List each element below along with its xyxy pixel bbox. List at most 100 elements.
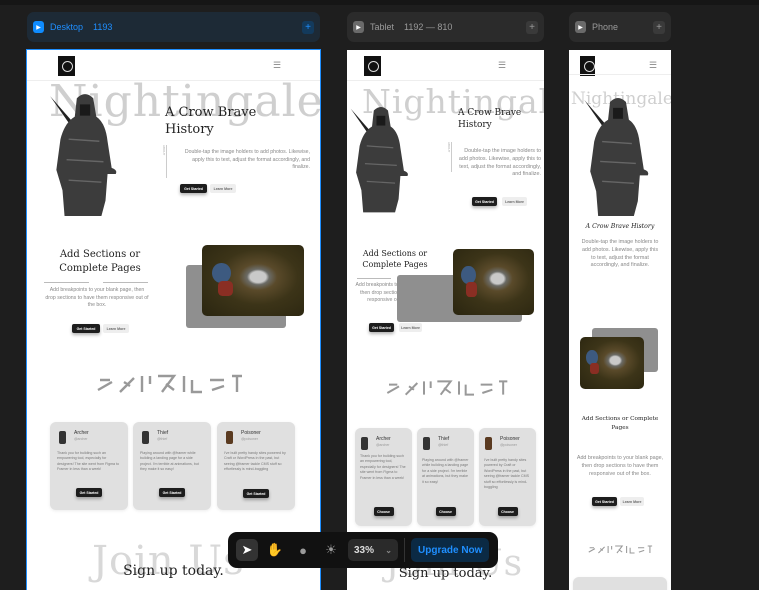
add-breakpoint-button[interactable]: +: [653, 20, 665, 34]
hero-title: A Crow Brave History: [585, 223, 655, 230]
card-handle: @poisoner: [241, 437, 258, 441]
zoom-dropdown[interactable]: 33% ⌄: [348, 539, 398, 561]
hero-title-line: History: [165, 121, 214, 137]
card-text: Playing around with @framer while buildi…: [140, 451, 199, 472]
hamburger-menu-icon[interactable]: ☰: [649, 60, 657, 71]
desktop-frame-header[interactable]: ▶ Desktop 1193 +: [27, 12, 320, 42]
learn-more-button[interactable]: Learn More: [399, 323, 422, 332]
get-started-button[interactable]: Get Started: [369, 323, 394, 332]
testimonial-card: Poisoner @poisoner I've built pretty handy…: [479, 428, 536, 526]
frame-label: Desktop: [50, 22, 84, 32]
add-breakpoint-button[interactable]: +: [302, 20, 314, 34]
testimonial-card: Thief @thief Playing around with @framer w…: [417, 428, 474, 526]
warrior-image: [48, 88, 120, 216]
hero-text: Double-tap the image holders to add phot…: [184, 149, 310, 171]
site-logo[interactable]: [580, 56, 595, 76]
card-text: I've built pretty handy sites powered by…: [224, 451, 286, 472]
about-label: ABOUT: [447, 142, 451, 153]
upgrade-now-button[interactable]: Upgrade Now: [411, 538, 490, 562]
warrior-image: [577, 92, 657, 216]
card-name: Archer: [376, 436, 391, 442]
signup-heading: Sign up today.: [398, 566, 493, 581]
avatar: [485, 437, 492, 450]
mask-photo: [453, 249, 534, 315]
site-logo[interactable]: [58, 56, 75, 76]
card-handle: @archer: [376, 443, 390, 447]
card-handle: @archer: [74, 437, 88, 441]
get-started-button[interactable]: Get Started: [592, 497, 617, 506]
divider: [44, 282, 89, 283]
header-divider: [347, 80, 544, 81]
hero-title: A Crow Brave History: [165, 105, 256, 139]
desktop-frame[interactable]: ☰ Nightingale A Crow Brave History ABOUT …: [26, 49, 321, 590]
hand-tool-icon[interactable]: ✋: [264, 539, 286, 561]
header-divider: [569, 74, 671, 75]
dragon-script-heading: [94, 372, 244, 396]
comment-tool-icon[interactable]: ●: [292, 539, 314, 561]
select-tool-cursor-icon[interactable]: ➤: [236, 539, 258, 561]
hero-text: Double-tap the image holders to add phot…: [458, 148, 541, 178]
testimonial-card: Archer @archer Thank you for building such…: [50, 422, 128, 510]
card-name: Poisoner: [241, 430, 261, 436]
section-title-line: Add Sections or: [362, 249, 428, 258]
mask-photo: [580, 337, 644, 389]
mask-photo: [202, 245, 304, 316]
get-started-button[interactable]: Get Started: [180, 184, 207, 193]
site-logo[interactable]: [364, 56, 381, 76]
play-icon[interactable]: ▶: [575, 21, 586, 33]
play-icon[interactable]: ▶: [353, 21, 364, 33]
hero-title-line: A Crow Brave: [165, 105, 257, 120]
choose-button[interactable]: Choose: [435, 507, 456, 516]
learn-more-button[interactable]: Learn More: [620, 497, 644, 506]
toolbar-separator: [404, 538, 405, 562]
section-text: Add breakpoints to your blank page, then…: [45, 287, 149, 309]
card-text: Playing around with @framer while buildi…: [422, 458, 469, 484]
tablet-frame[interactable]: ☰ Nightingale A Crow BraveHistory ABOUT …: [347, 50, 544, 590]
tablet-frame-header[interactable]: ▶ Tablet 1192 — 810 +: [347, 12, 544, 42]
card-text: I've built pretty handy sites powered by…: [484, 458, 529, 489]
dragon-script-heading: [587, 544, 653, 555]
top-strip: [0, 0, 759, 5]
avatar: [59, 431, 66, 444]
get-started-button[interactable]: Get Started: [72, 324, 100, 333]
theme-sun-icon[interactable]: ☀: [320, 539, 342, 561]
about-line: [166, 145, 167, 178]
card-text: Thank you for building such an empowerin…: [360, 454, 406, 480]
get-started-button[interactable]: Get Started: [472, 197, 497, 206]
get-started-button[interactable]: Get Started: [159, 488, 185, 497]
frame-size: 1192 — 810: [404, 22, 453, 32]
learn-more-button[interactable]: Learn More: [502, 197, 527, 206]
card-handle: @thief: [438, 443, 449, 447]
dragon-script-heading: [369, 378, 524, 398]
frame-label: Phone: [592, 22, 619, 32]
frame-label: Tablet: [370, 22, 395, 32]
learn-more-button[interactable]: Learn More: [210, 184, 236, 193]
card-name: Thief: [438, 436, 450, 442]
get-started-button[interactable]: Get Started: [243, 489, 269, 498]
hero-title: A Crow Brave History: [458, 108, 521, 131]
get-started-button[interactable]: Get Started: [76, 488, 102, 497]
phone-frame-header[interactable]: ▶ Phone +: [569, 12, 671, 42]
learn-more-button[interactable]: Learn More: [103, 324, 129, 333]
phone-frame[interactable]: ☰ Nightingale A Crow Brave History Doubl…: [569, 50, 671, 590]
section-title-line: Complete Pages: [59, 262, 141, 274]
add-breakpoint-button[interactable]: +: [526, 20, 538, 34]
divider: [357, 278, 391, 279]
section-title-line: Add Sections or: [59, 249, 141, 260]
choose-button[interactable]: Choose: [373, 507, 394, 516]
hamburger-menu-icon[interactable]: ☰: [273, 60, 281, 71]
section-title: Add Sections or Complete Pages: [352, 248, 438, 270]
about-label: ABOUT: [162, 145, 166, 156]
hamburger-menu-icon[interactable]: ☰: [498, 60, 506, 71]
choose-button[interactable]: Choose: [497, 507, 518, 516]
zoom-value: 33%: [354, 544, 375, 556]
play-icon[interactable]: ▶: [33, 21, 44, 33]
hero-title-line: A Crow Brave: [458, 108, 522, 118]
section-text: Add breakpoints to your blank page, then…: [576, 455, 664, 477]
avatar: [226, 431, 233, 444]
card-text: Thank you for building such an empowerin…: [57, 451, 120, 472]
about-line: [451, 142, 452, 172]
avatar: [361, 437, 368, 450]
card-name: Archer: [74, 430, 89, 436]
card-handle: @thief: [157, 437, 168, 441]
